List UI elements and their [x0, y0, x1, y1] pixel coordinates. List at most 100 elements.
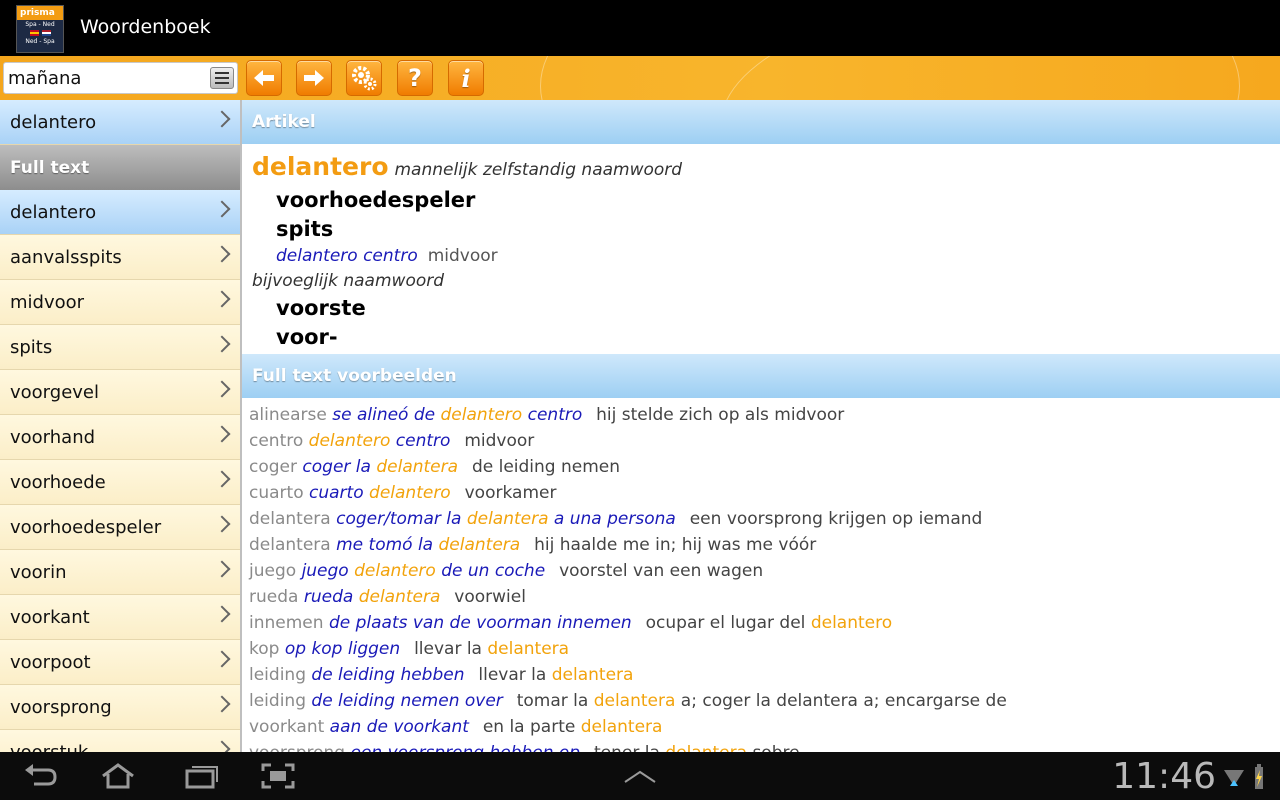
headword: delantero [252, 152, 389, 181]
example-source[interactable]: coger la [302, 457, 371, 477]
example-source[interactable]: coger/tomar la [336, 509, 461, 529]
chevron-right-icon [213, 380, 231, 398]
translation[interactable]: voorste [252, 294, 1262, 323]
highlighted-match[interactable]: delantero [441, 405, 523, 425]
back-icon[interactable] [22, 762, 58, 790]
highlighted-match: delantera [487, 639, 570, 659]
fulltext-row[interactable]: leiding de leiding hebben llevar la dela… [249, 662, 1269, 688]
list-item-label: spits [10, 336, 53, 358]
logo-line-1: Spa - Ned [25, 21, 55, 28]
list-item[interactable]: voorkant [0, 595, 240, 640]
keyword: juego [249, 561, 297, 581]
example-source[interactable]: aan de voorkant [330, 717, 469, 737]
highlighted-match[interactable]: delantera [376, 457, 458, 477]
list-item[interactable]: voorhoedespeler [0, 505, 240, 550]
fulltext-row[interactable]: coger coger la delantera de leiding neme… [249, 454, 1269, 480]
fulltext-row[interactable]: leiding de leiding nemen over tomar la d… [249, 688, 1269, 714]
home-icon[interactable] [100, 762, 136, 790]
translation[interactable]: voor- [252, 323, 1262, 352]
article-entry: delantero mannelijk zelfstandig naamwoord… [252, 152, 1262, 352]
example-source[interactable]: de leiding nemen over [311, 691, 502, 711]
example-source[interactable]: de leiding hebben [311, 665, 464, 685]
screenshot-icon[interactable] [260, 762, 296, 790]
part-of-speech: mannelijk zelfstandig naamwoord [394, 160, 683, 180]
example-source[interactable]: juego [302, 561, 349, 581]
list-item[interactable]: spits [0, 325, 240, 370]
example-source[interactable]: de un coche [441, 561, 545, 581]
list-item[interactable]: voorstuk [0, 730, 240, 752]
list-item-label: voorgevel [10, 381, 99, 403]
example-source[interactable]: centro [528, 405, 583, 425]
keyword: cuarto [249, 483, 304, 503]
example-source[interactable]: me tomó la [336, 535, 433, 555]
keyword: voorkant [249, 717, 325, 737]
example-source[interactable]: rueda [304, 587, 353, 607]
example-source[interactable]: de plaats van de voorman innemen [329, 613, 632, 633]
fulltext-row[interactable]: kop op kop liggen llevar la delantera [249, 636, 1269, 662]
recent-apps-icon[interactable] [183, 762, 219, 790]
example-translation: a; coger la delantera a; encargarse de [680, 691, 1007, 711]
fulltext-row[interactable]: delantera me tomó la delantera hij haald… [249, 532, 1269, 558]
list-item-label: aanvalsspits [10, 246, 122, 268]
app-logo[interactable]: prisma Spa - Ned Ned - Spa [16, 5, 64, 53]
back-button[interactable] [246, 60, 282, 96]
list-item[interactable]: voorhand [0, 415, 240, 460]
highlighted-match[interactable]: delantero [354, 561, 436, 581]
help-button[interactable]: ? [397, 60, 433, 96]
example-translation: voorkamer [464, 483, 557, 503]
list-item[interactable]: midvoor [0, 280, 240, 325]
fulltext-row[interactable]: voorkant aan de voorkant en la parte del… [249, 714, 1269, 740]
example-source[interactable]: centro [396, 431, 451, 451]
highlighted-match[interactable]: delantera [439, 535, 521, 555]
example-source[interactable]: a una persona [554, 509, 676, 529]
list-item[interactable]: voorpoot [0, 640, 240, 685]
settings-button[interactable] [346, 60, 382, 96]
example-source[interactable]: se alineó de [332, 405, 435, 425]
toolbar: ? i [0, 56, 1280, 100]
keyword: centro [249, 431, 304, 451]
fulltext-row[interactable]: delantera coger/tomar la delantera a una… [249, 506, 1269, 532]
example-source[interactable]: cuarto [309, 483, 364, 503]
chevron-right-icon [213, 695, 231, 713]
fulltext-row[interactable]: innemen de plaats van de voorman innemen… [249, 610, 1269, 636]
back-arrow-icon [254, 70, 274, 86]
list-item[interactable]: voorhoede [0, 460, 240, 505]
example-translation: en la parte [482, 717, 576, 737]
example-source[interactable]: een voorsprong hebben op [351, 743, 581, 752]
example-source[interactable]: op kop liggen [285, 639, 400, 659]
translation[interactable]: voorhoedespeler [252, 186, 1262, 215]
keyword: leiding [249, 691, 306, 711]
list-item[interactable]: voorgevel [0, 370, 240, 415]
forward-arrow-icon [304, 70, 324, 86]
highlighted-match[interactable]: delantera [467, 509, 549, 529]
fulltext-row[interactable]: voorsprong een voorsprong hebben op tene… [249, 740, 1269, 752]
list-item-label: voorhoede [10, 471, 106, 493]
list-item-label: voorin [10, 561, 67, 583]
forward-button[interactable] [296, 60, 332, 96]
fulltext-row[interactable]: alinearse se alineó de delantero centro … [249, 402, 1269, 428]
list-item-label: voorstuk [10, 741, 89, 753]
translation[interactable]: spits [252, 215, 1262, 244]
highlighted-match[interactable]: delantera [359, 587, 441, 607]
list-item[interactable]: voorsprong [0, 685, 240, 730]
chevron-up-icon[interactable] [622, 762, 658, 790]
logo-line-2: Ned - Spa [25, 38, 55, 45]
fulltext-row[interactable]: rueda rueda delantera voorwiel [249, 584, 1269, 610]
highlighted-match[interactable]: delantero [369, 483, 451, 503]
list-item[interactable]: aanvalsspits [0, 235, 240, 280]
list-item[interactable]: voorin [0, 550, 240, 595]
fulltext-row[interactable]: centro delantero centro midvoor [249, 428, 1269, 454]
list-item-label: voorhoedespeler [10, 516, 162, 538]
fulltext-row[interactable]: cuarto cuarto delantero voorkamer [249, 480, 1269, 506]
keyword: delantera [249, 509, 331, 529]
search-input[interactable] [8, 65, 204, 91]
word-list-icon[interactable] [210, 67, 234, 89]
list-item[interactable]: delantero [0, 190, 240, 235]
highlighted-match[interactable]: delantero [309, 431, 391, 451]
example-source[interactable]: delantero centro [276, 246, 418, 266]
part-of-speech: bijvoeglijk naamwoord [252, 271, 445, 291]
info-button[interactable]: i [448, 60, 484, 96]
fulltext-row[interactable]: juego juego delantero de un coche voorst… [249, 558, 1269, 584]
list-item-top[interactable]: delantero [0, 100, 240, 145]
chevron-right-icon [213, 110, 231, 128]
